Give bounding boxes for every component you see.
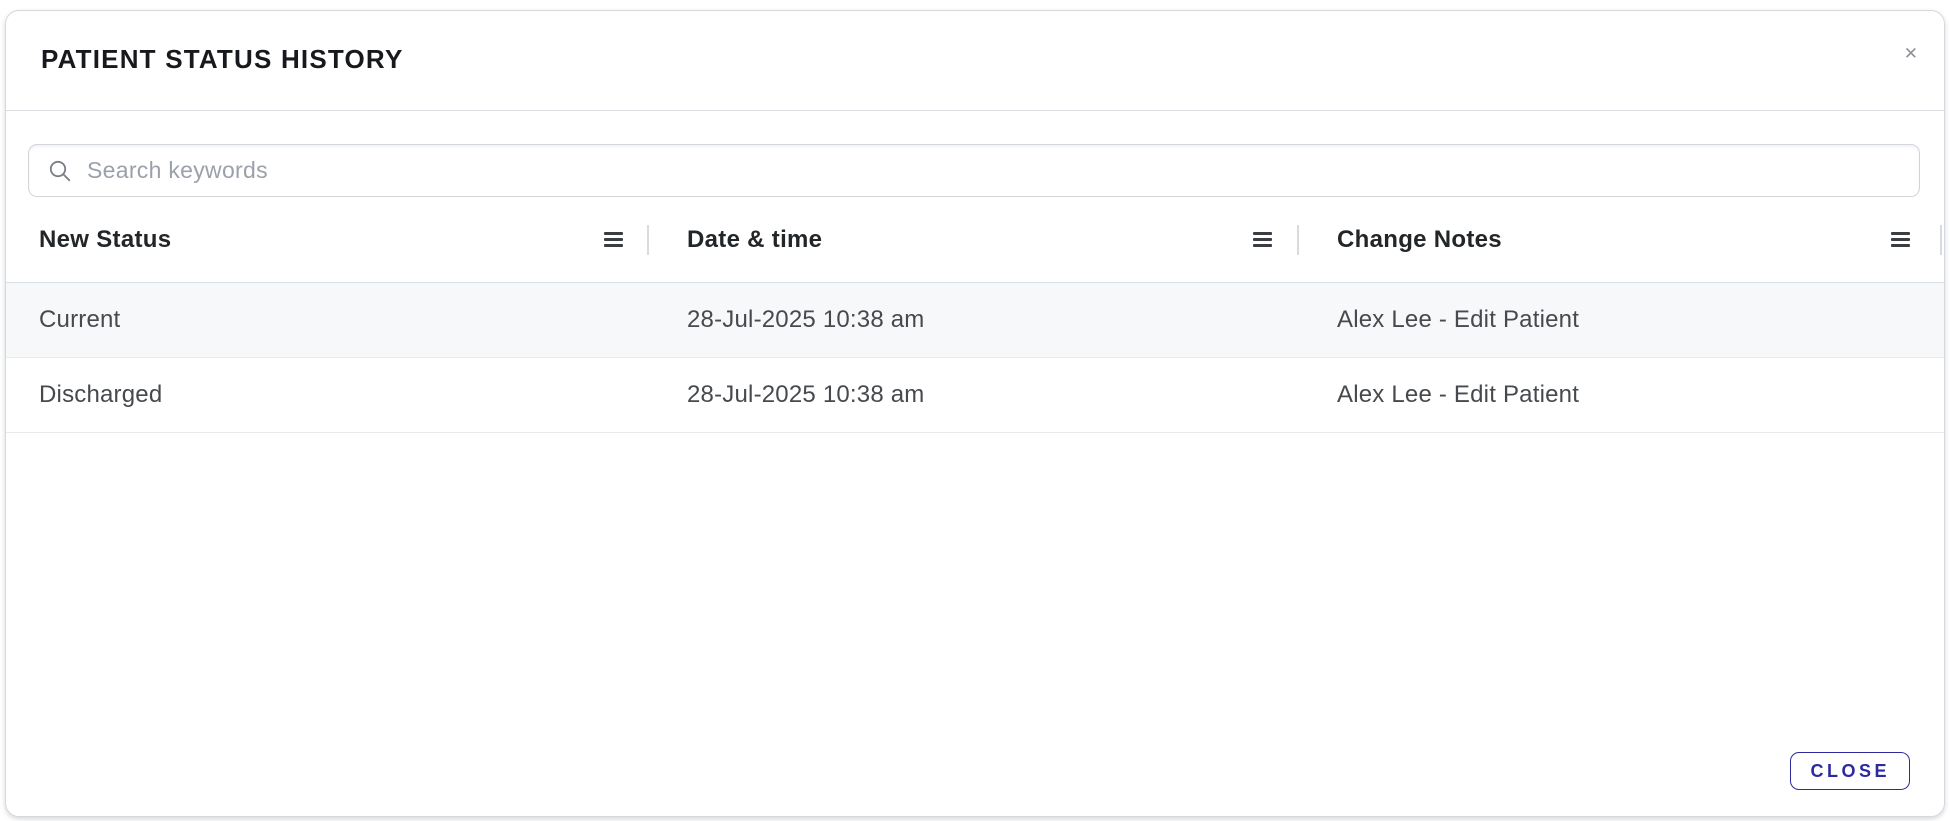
- modal-footer: CLOSE: [1790, 752, 1910, 790]
- table-row: Discharged 28-Jul-2025 10:38 am Alex Lee…: [6, 358, 1944, 433]
- column-header-change-notes: Change Notes: [1299, 197, 1944, 282]
- close-button[interactable]: CLOSE: [1790, 752, 1910, 790]
- column-header-date-time: Date & time: [649, 197, 1299, 282]
- column-menu-icon[interactable]: [604, 232, 623, 247]
- close-icon[interactable]: ✕: [1898, 39, 1924, 68]
- cell-date-time: 28-Jul-2025 10:38 am: [687, 381, 925, 408]
- modal-header: PATIENT STATUS HISTORY ✕: [6, 11, 1944, 111]
- cell-new-status: Current: [39, 306, 121, 333]
- cell-date-time: 28-Jul-2025 10:38 am: [687, 306, 925, 333]
- column-label: Change Notes: [1337, 225, 1502, 253]
- table-row: Current 28-Jul-2025 10:38 am Alex Lee - …: [6, 283, 1944, 358]
- patient-status-history-modal: PATIENT STATUS HISTORY ✕ New Status Date…: [5, 10, 1945, 817]
- column-menu-icon[interactable]: [1253, 232, 1272, 247]
- column-header-new-status: New Status: [6, 197, 649, 282]
- column-divider: [1940, 224, 1942, 255]
- cell-new-status: Discharged: [39, 381, 163, 408]
- column-label: Date & time: [687, 225, 823, 253]
- cell-change-notes: Alex Lee - Edit Patient: [1337, 381, 1580, 408]
- cell-change-notes: Alex Lee - Edit Patient: [1337, 306, 1580, 333]
- search-input[interactable]: [87, 157, 1903, 184]
- table-header: New Status Date & time Change Notes: [6, 197, 1944, 283]
- search-bar: [28, 144, 1920, 197]
- column-menu-icon[interactable]: [1891, 232, 1910, 247]
- search-icon: [47, 158, 73, 184]
- page-title: PATIENT STATUS HISTORY: [41, 44, 404, 74]
- column-label: New Status: [39, 225, 172, 253]
